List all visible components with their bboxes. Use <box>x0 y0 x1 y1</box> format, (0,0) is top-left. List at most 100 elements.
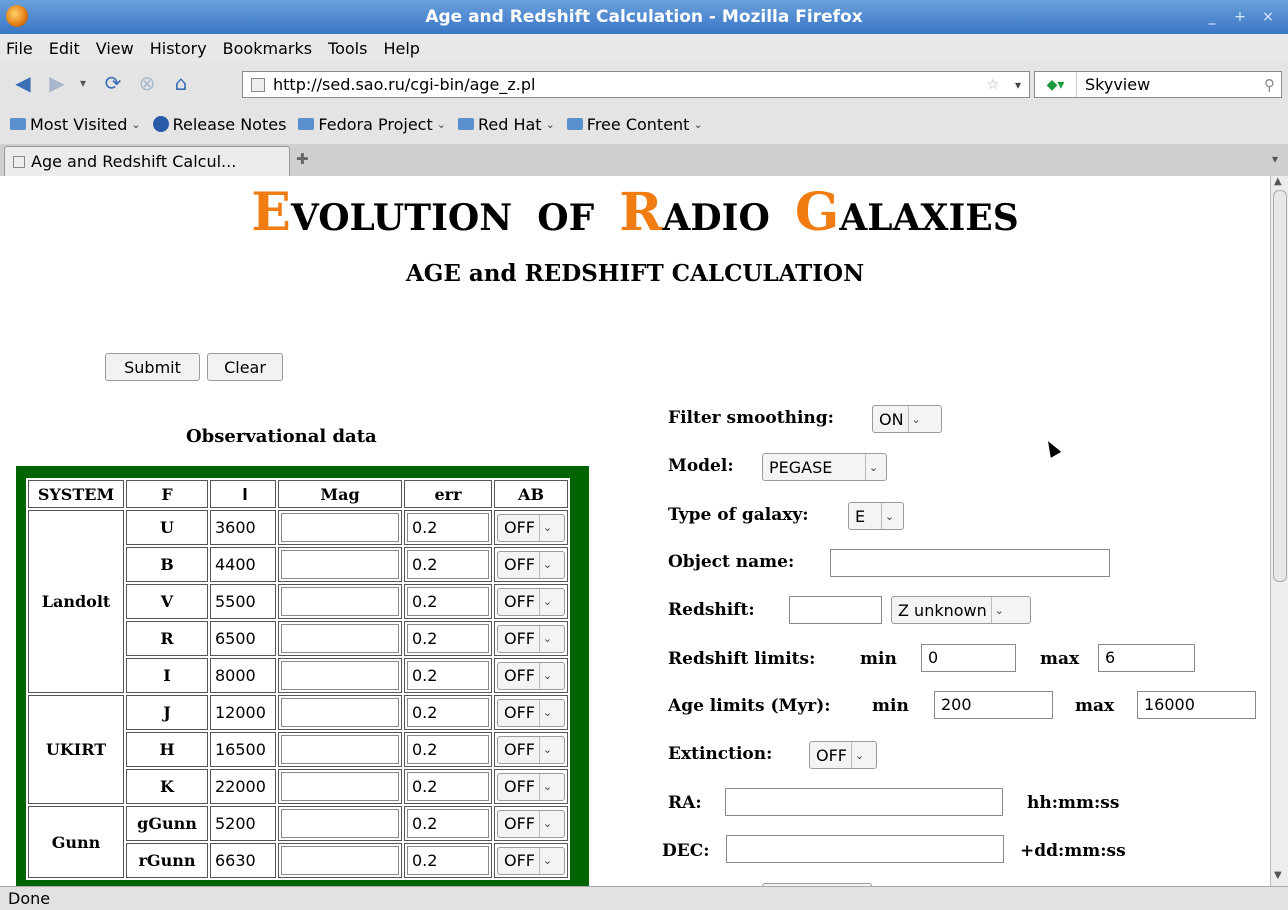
dec-input[interactable] <box>726 835 1004 863</box>
ab-select[interactable]: OFF ⌄ <box>497 624 565 653</box>
site-identity-icon[interactable] <box>251 77 265 92</box>
mag-input[interactable] <box>281 550 399 579</box>
filter-smoothing-select[interactable]: ON ⌄ <box>872 405 942 433</box>
redshift-min-input[interactable]: 0 <box>921 644 1016 672</box>
list-all-tabs-icon[interactable]: ▾ <box>1272 152 1278 166</box>
menu-history[interactable]: History <box>150 39 207 58</box>
err-input[interactable]: 0.2 <box>407 624 489 653</box>
menu-tools[interactable]: Tools <box>328 39 367 58</box>
err-input[interactable]: 0.2 <box>407 513 489 542</box>
ab-select[interactable]: OFF ⌄ <box>497 735 565 764</box>
age-min-input[interactable]: 200 <box>934 691 1053 719</box>
history-dropdown-icon[interactable]: ▾ <box>76 76 90 90</box>
err-input[interactable]: 0.2 <box>407 809 489 838</box>
err-input[interactable]: 0.2 <box>407 661 489 690</box>
ra-unit-label: hh:mm:ss <box>1027 793 1120 813</box>
err-input[interactable]: 0.2 <box>407 587 489 616</box>
age-max-input[interactable]: 16000 <box>1137 691 1256 719</box>
bookmark-most-visited[interactable]: Most Visited ⌄ <box>10 115 141 134</box>
mag-input[interactable] <box>281 846 399 875</box>
model-select[interactable]: PEGASE ⌄ <box>762 453 887 481</box>
ab-select[interactable]: OFF ⌄ <box>497 846 565 875</box>
header-system: SYSTEM <box>28 480 124 508</box>
maximize-button[interactable]: + <box>1228 6 1252 28</box>
search-engine-icon[interactable]: ◆▾ <box>1035 72 1077 97</box>
err-cell: 0.2 <box>404 547 492 582</box>
filter-cell: I <box>126 658 208 693</box>
err-input[interactable]: 0.2 <box>407 735 489 764</box>
ab-select[interactable]: OFF ⌄ <box>497 587 565 616</box>
select-value: E <box>855 506 866 526</box>
stop-icon[interactable]: ⊗ <box>136 71 158 95</box>
reload-icon[interactable]: ⟳ <box>102 71 124 95</box>
wavelength-cell: 5200 <box>210 806 276 841</box>
ab-select[interactable]: OFF ⌄ <box>497 550 565 579</box>
new-tab-icon[interactable]: ✚ <box>296 150 309 168</box>
search-icon[interactable]: ⚲ <box>1264 76 1275 94</box>
submit-button[interactable]: Submit <box>105 353 200 381</box>
ab-select[interactable]: OFF ⌄ <box>497 698 565 727</box>
select-value: OFF <box>504 703 535 722</box>
mag-input[interactable] <box>281 698 399 727</box>
scrollbar-thumb[interactable] <box>1273 190 1287 582</box>
err-input[interactable]: 0.2 <box>407 550 489 579</box>
mag-input[interactable] <box>281 624 399 653</box>
bookmark-star-icon[interactable]: ☆ <box>986 77 999 93</box>
back-arrow-icon[interactable]: ◀ <box>12 71 34 95</box>
scroll-up-icon[interactable]: ▲ <box>1274 176 1282 187</box>
clear-button[interactable]: Clear <box>207 353 283 381</box>
select-value: OFF <box>504 814 535 833</box>
scroll-down-icon[interactable]: ▼ <box>1274 870 1282 881</box>
vertical-scrollbar[interactable]: ▲ ▼ <box>1270 176 1288 886</box>
redshift-max-input[interactable]: 6 <box>1098 644 1195 672</box>
bookmark-free-content[interactable]: Free Content ⌄ <box>566 115 703 134</box>
filter-cell: V <box>126 584 208 619</box>
mag-input[interactable] <box>281 661 399 690</box>
bookmark-red-hat[interactable]: Red Hat ⌄ <box>457 114 555 134</box>
mag-input[interactable] <box>281 772 399 801</box>
page-content: EVOLUTION OF RADIO GALAXIES AGE and REDS… <box>0 176 1270 886</box>
home-icon[interactable]: ⌂ <box>170 71 192 95</box>
ab-select[interactable]: OFF ⌄ <box>497 513 565 542</box>
chevron-down-icon: ⌄ <box>539 662 555 689</box>
redshift-mode-select[interactable]: Z unknown ⌄ <box>891 596 1031 624</box>
forward-arrow-icon[interactable]: ▶ <box>46 71 68 95</box>
chevron-down-icon: ⌄ <box>539 736 555 763</box>
menu-view[interactable]: View <box>96 39 134 58</box>
bookmark-release-notes[interactable]: Release Notes <box>152 115 286 134</box>
tab-label: Age and Redshift Calcul... <box>31 152 237 171</box>
bookmark-fedora-project[interactable]: Fedora Project ⌄ <box>298 115 446 134</box>
status-bar: Done <box>0 886 1288 910</box>
galaxy-type-label: Type of galaxy: <box>668 505 809 525</box>
mag-input[interactable] <box>281 735 399 764</box>
redshift-input[interactable] <box>789 596 882 624</box>
menu-help[interactable]: Help <box>383 39 419 58</box>
galaxy-type-select[interactable]: E ⌄ <box>848 502 904 530</box>
ab-select[interactable]: OFF ⌄ <box>497 809 565 838</box>
err-input[interactable]: 0.2 <box>407 772 489 801</box>
object-name-input[interactable] <box>830 549 1110 577</box>
ra-input[interactable] <box>725 788 1003 816</box>
ab-select[interactable]: OFF ⌄ <box>497 772 565 801</box>
minimize-button[interactable]: _ <box>1200 6 1224 28</box>
err-input[interactable]: 0.2 <box>407 698 489 727</box>
mag-input[interactable] <box>281 587 399 616</box>
select-value: PEGASE <box>769 457 833 477</box>
table-row: Landolt U 3600 0.2 OFF ⌄ <box>28 510 568 693</box>
menu-edit[interactable]: Edit <box>49 39 80 58</box>
extinction-select[interactable]: OFF ⌄ <box>809 741 877 769</box>
tab-age-redshift[interactable]: Age and Redshift Calcul... <box>4 146 290 176</box>
url-dropdown-icon[interactable]: ▾ <box>1015 78 1021 92</box>
mag-input[interactable] <box>281 513 399 542</box>
err-input[interactable]: 0.2 <box>407 846 489 875</box>
search-bar[interactable]: ◆▾ Skyview ⚲ <box>1034 71 1282 98</box>
close-button[interactable]: × <box>1256 6 1280 28</box>
bookmark-label: Red Hat <box>477 114 542 134</box>
select-value: OFF <box>504 740 535 759</box>
filter-cell: B <box>126 547 208 582</box>
url-bar[interactable]: http://sed.sao.ru/cgi-bin/age_z.pl ☆ ▾ <box>242 71 1030 98</box>
ab-select[interactable]: OFF ⌄ <box>497 661 565 690</box>
mag-input[interactable] <box>281 809 399 838</box>
menu-file[interactable]: File <box>6 39 33 58</box>
menu-bookmarks[interactable]: Bookmarks <box>223 39 312 58</box>
